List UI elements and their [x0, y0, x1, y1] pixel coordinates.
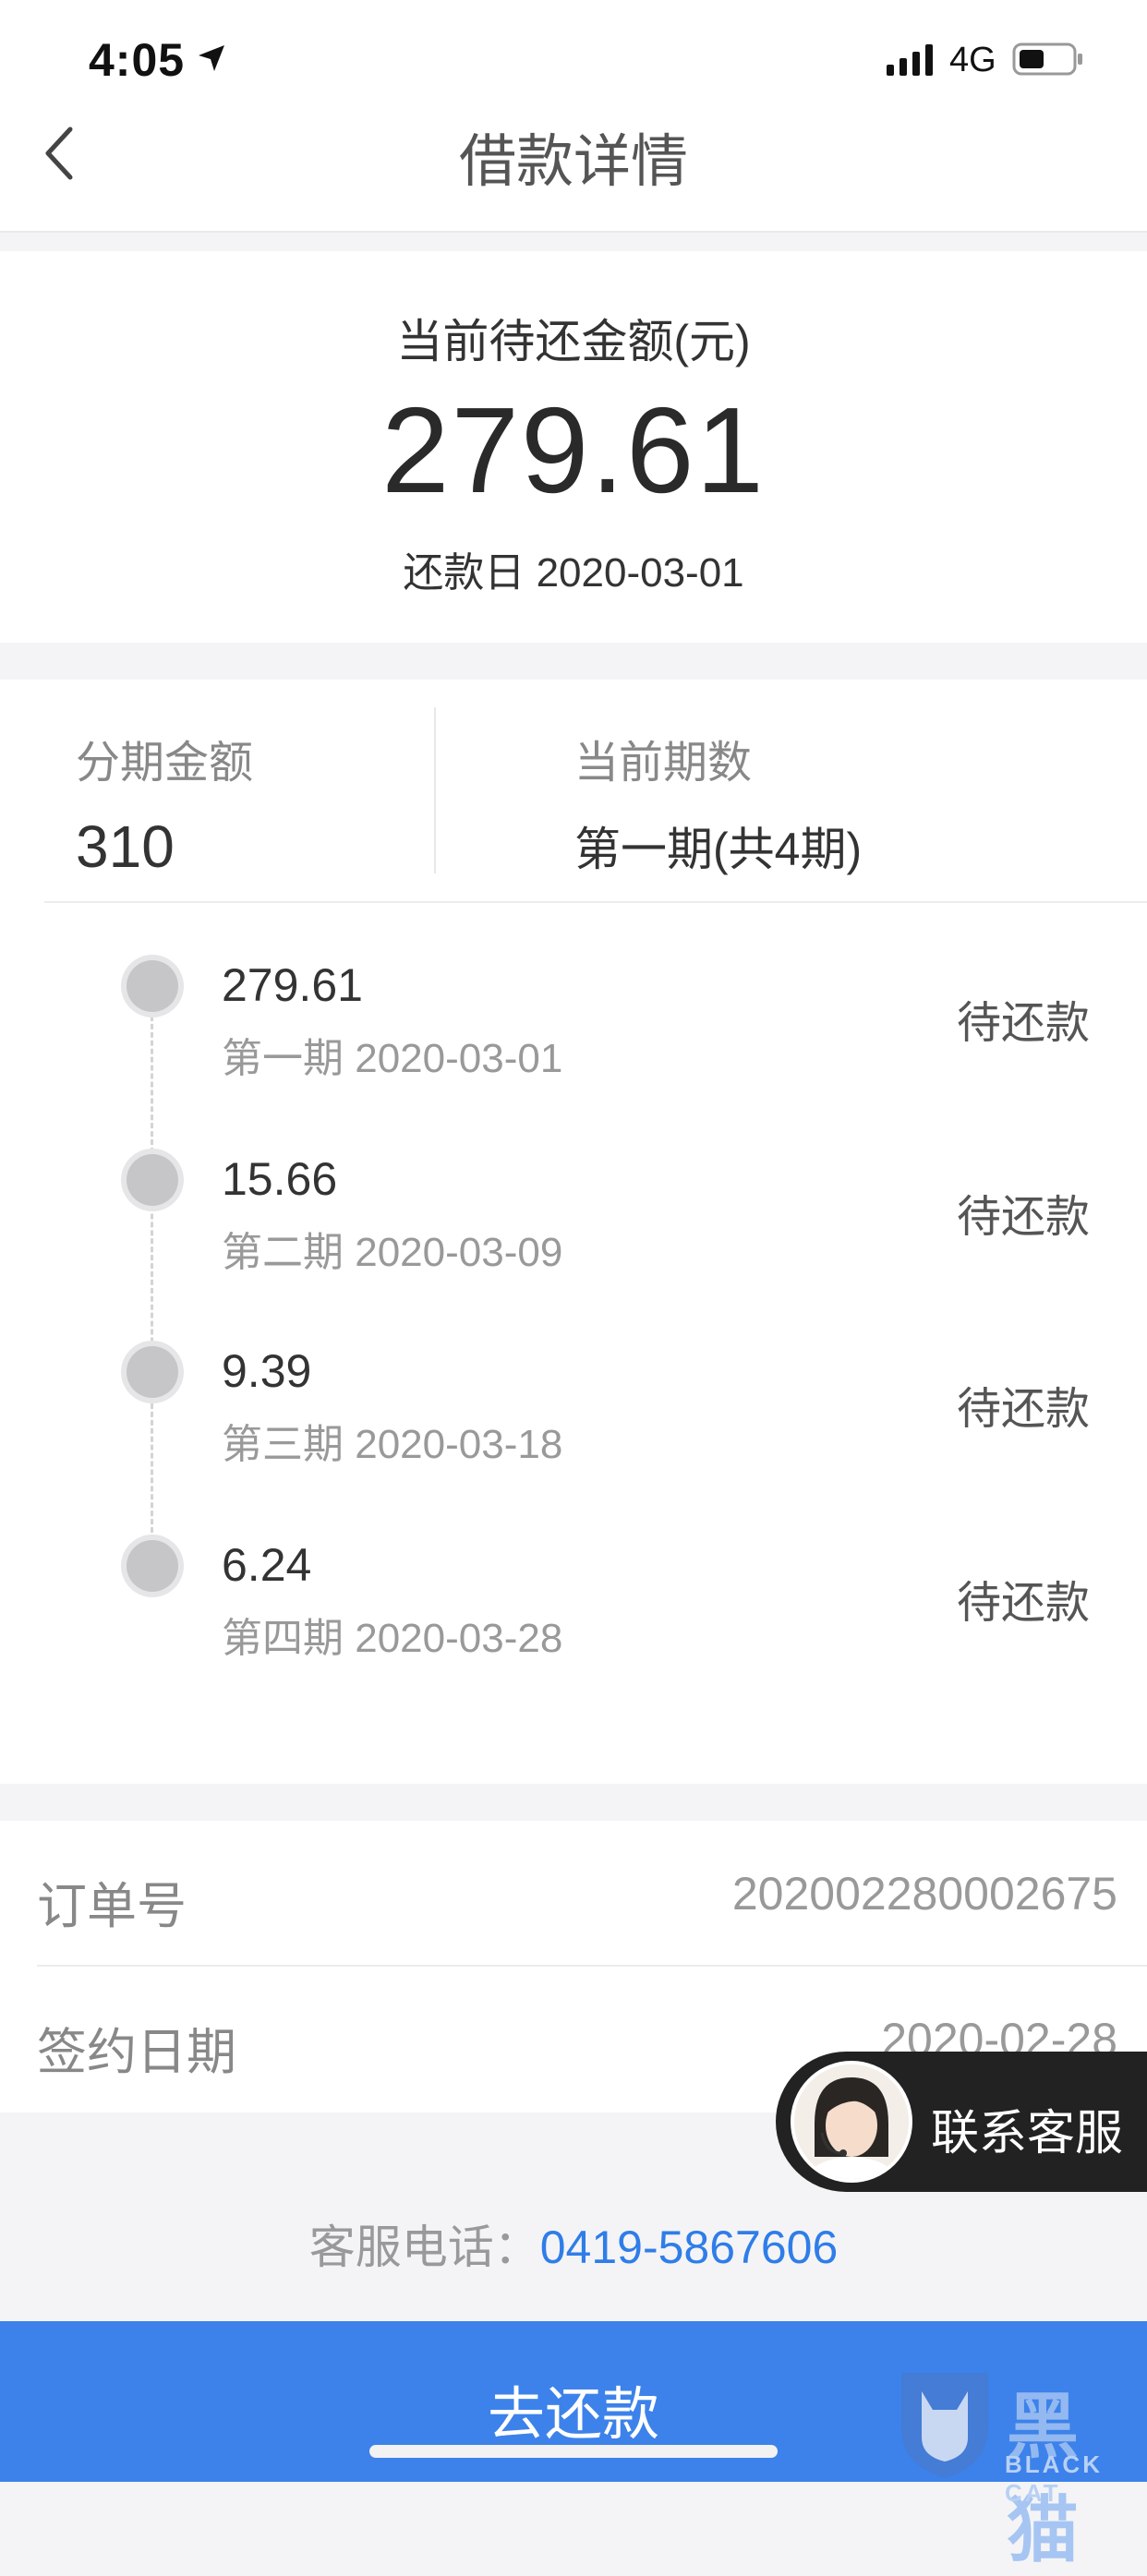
installment-amount: 310 — [76, 813, 175, 880]
sign-date-label: 签约日期 — [37, 2025, 236, 2080]
battery-icon — [1012, 42, 1082, 76]
status-time: 4:05 — [89, 34, 186, 86]
page-title: 借款详情 — [458, 130, 688, 194]
order-number: 202002280002675 — [731, 1868, 1117, 1920]
column-divider — [434, 707, 436, 873]
due-date: 还款日 2020-03-01 — [403, 550, 744, 596]
installment-amount-label: 分期金额 — [76, 739, 254, 788]
current-period-label: 当前期数 — [574, 739, 753, 788]
service-phone-row: 客服电话：0419-5867606 — [0, 2210, 1147, 2277]
timeline-dot — [127, 1540, 178, 1592]
current-period: 第一期(共4期) — [574, 824, 863, 875]
installment-3-status: 待还款 — [957, 1385, 1091, 1434]
agent-avatar-icon — [794, 2064, 909, 2179]
contact-service-label[interactable]: 联系客服 — [931, 2094, 1123, 2163]
due-amount-label: 当前待还金额(元) — [396, 316, 751, 367]
installment-3-period-date: 第三期 2020-03-18 — [222, 1422, 563, 1467]
order-number-label: 订单号 — [37, 1879, 187, 1934]
installment-2-period-date: 第二期 2020-03-09 — [222, 1230, 563, 1275]
watermark-subtext: BLACK CAT — [1005, 2450, 1103, 2507]
timeline-dot — [127, 1154, 178, 1206]
home-indicator — [369, 2445, 778, 2458]
network-type: 4G — [949, 41, 996, 79]
installment-1-period-date: 第一期 2020-03-01 — [222, 1036, 563, 1081]
service-phone-label: 客服电话： — [308, 2221, 540, 2273]
order-info-divider — [37, 1965, 1147, 1967]
timeline-line — [151, 1016, 153, 1533]
service-agent-avatar[interactable] — [791, 2061, 912, 2183]
black-cat-logo-icon — [901, 2373, 988, 2478]
installment-1-amount: 279.61 — [222, 959, 363, 1011]
signal-icon — [887, 44, 933, 76]
installment-2-status: 待还款 — [957, 1193, 1091, 1242]
installment-1-status: 待还款 — [957, 999, 1091, 1048]
installment-4-period-date: 第四期 2020-03-28 — [222, 1616, 563, 1661]
timeline-dot — [127, 960, 178, 1012]
installment-4-amount: 6.24 — [222, 1539, 312, 1591]
location-arrow-icon — [199, 45, 224, 71]
service-phone-link[interactable]: 0419-5867606 — [540, 2221, 839, 2273]
installment-3-amount: 9.39 — [222, 1345, 312, 1397]
installment-4-status: 待还款 — [957, 1579, 1091, 1628]
due-amount: 279.61 — [381, 382, 766, 518]
timeline-dot — [127, 1346, 178, 1398]
installment-2-amount: 15.66 — [222, 1153, 338, 1205]
plan-divider — [44, 901, 1147, 903]
